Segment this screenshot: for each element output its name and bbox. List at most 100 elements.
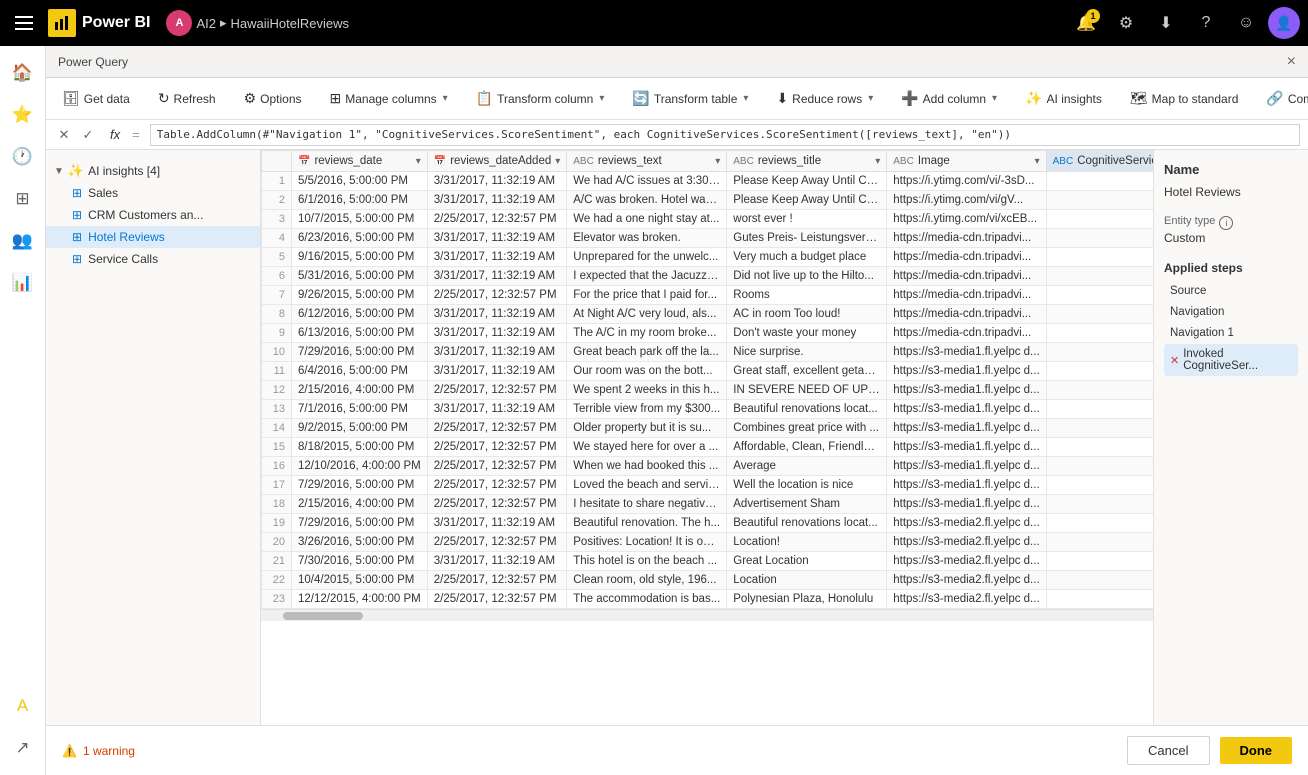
ai-insights-button[interactable]: ✨ AI insights — [1017, 86, 1110, 111]
sidebar-shared-icon[interactable]: 👥 — [4, 222, 42, 260]
refresh-button[interactable]: ↻ Refresh — [150, 86, 224, 111]
formula-cancel-btn[interactable]: ✕ — [54, 125, 74, 145]
table-cell: Great staff, excellent getaw... — [727, 362, 887, 381]
step-delete-icon[interactable]: ✕ — [1170, 354, 1179, 367]
table-row[interactable]: 158/18/2015, 5:00:00 PM2/25/2017, 12:32:… — [262, 438, 1154, 457]
download-icon[interactable]: ⬇ — [1148, 5, 1184, 41]
table-cell: 9/26/2015, 5:00:00 PM — [292, 286, 428, 305]
options-button[interactable]: ⚙ Options — [236, 86, 310, 111]
table-row[interactable]: 2210/4/2015, 5:00:00 PM2/25/2017, 12:32:… — [262, 571, 1154, 590]
query-item-sales[interactable]: ⊞ Sales — [46, 182, 260, 204]
combine-tables-button[interactable]: 🔗 Combine tables ▾ — [1258, 86, 1308, 111]
scrollbar-thumb[interactable] — [283, 612, 363, 620]
table-cell: 3/31/2017, 11:32:19 AM — [427, 514, 567, 533]
table-row[interactable]: 177/29/2016, 5:00:00 PM2/25/2017, 12:32:… — [262, 476, 1154, 495]
data-grid-container[interactable]: 📅 reviews_date ▾ 📅 reviews_dateAdded ▾ — [261, 150, 1153, 725]
table-row[interactable]: 26/1/2016, 5:00:00 PM3/31/2017, 11:32:19… — [262, 191, 1154, 210]
table-row[interactable]: 96/13/2016, 5:00:00 PM3/31/2017, 11:32:1… — [262, 324, 1154, 343]
modal-close-button[interactable]: × — [1287, 53, 1296, 71]
col-filter-text-icon[interactable]: ▾ — [715, 156, 720, 167]
settings-icon[interactable]: ⚙ — [1108, 5, 1144, 41]
table-cell: 12/12/2015, 4:00:00 PM — [292, 590, 428, 609]
get-data-button[interactable]: 🗄 Get data — [54, 86, 138, 111]
step-item[interactable]: Navigation — [1164, 302, 1298, 322]
formula-input[interactable] — [150, 124, 1300, 146]
table-cell: 0.336 — [1046, 495, 1153, 514]
col-header-image[interactable]: ABC Image ▾ — [887, 151, 1046, 172]
notification-icon[interactable]: 🔔 1 — [1068, 5, 1104, 41]
query-item-hotel-reviews[interactable]: ⊞ Hotel Reviews — [46, 226, 260, 248]
table-row[interactable]: 197/29/2016, 5:00:00 PM3/31/2017, 11:32:… — [262, 514, 1154, 533]
col-filter-date-icon[interactable]: ▾ — [416, 156, 421, 167]
table-row[interactable]: 59/16/2015, 5:00:00 PM3/31/2017, 11:32:1… — [262, 248, 1154, 267]
table-row[interactable]: 203/26/2016, 5:00:00 PM2/25/2017, 12:32:… — [262, 533, 1154, 552]
table-cell: 23 — [262, 590, 292, 609]
power-query-modal: Power Query × 🗄 Get data ↻ Refresh ⚙ Opt… — [46, 46, 1308, 775]
sidebar-apps-icon[interactable]: ⊞ — [4, 180, 42, 218]
col-type-cognitive-icon: ABC — [1053, 156, 1074, 167]
formula-confirm-btn[interactable]: ✓ — [78, 125, 98, 145]
table-cell: 2/25/2017, 12:32:57 PM — [427, 419, 567, 438]
add-column-button[interactable]: ➕ Add column ▾ — [893, 86, 1005, 111]
col-header-reviews-text[interactable]: ABC reviews_text ▾ — [567, 151, 727, 172]
table-row[interactable]: 65/31/2016, 5:00:00 PM3/31/2017, 11:32:1… — [262, 267, 1154, 286]
name-label: Name — [1164, 162, 1298, 177]
sidebar-home-icon[interactable]: 🏠 — [4, 54, 42, 92]
step-item[interactable]: Navigation 1 — [1164, 323, 1298, 343]
table-row[interactable]: 217/30/2016, 5:00:00 PM3/31/2017, 11:32:… — [262, 552, 1154, 571]
step-item[interactable]: Source — [1164, 281, 1298, 301]
col-header-reviews-date[interactable]: 📅 reviews_date ▾ — [292, 151, 428, 172]
manage-columns-button[interactable]: ⊞ Manage columns ▾ — [322, 86, 456, 111]
sidebar-favorites-icon[interactable]: ⭐ — [4, 96, 42, 134]
table-row[interactable]: 182/15/2016, 4:00:00 PM2/25/2017, 12:32:… — [262, 495, 1154, 514]
table-row[interactable]: 107/29/2016, 5:00:00 PM3/31/2017, 11:32:… — [262, 343, 1154, 362]
step-item[interactable]: ✕Invoked CognitiveSer... — [1164, 344, 1298, 376]
col-filter-title-icon[interactable]: ▾ — [875, 156, 880, 167]
table-row[interactable]: 149/2/2015, 5:00:00 PM2/25/2017, 12:32:5… — [262, 419, 1154, 438]
table-row[interactable]: 46/23/2016, 5:00:00 PM3/31/2017, 11:32:1… — [262, 229, 1154, 248]
table-row[interactable]: 116/4/2016, 5:00:00 PM3/31/2017, 11:32:1… — [262, 362, 1154, 381]
col-filter-dateadded-icon[interactable]: ▾ — [555, 156, 560, 167]
sidebar-expand-icon[interactable]: ↗ — [4, 729, 42, 767]
col-filter-image-icon[interactable]: ▾ — [1035, 156, 1040, 167]
entity-type-info-icon[interactable]: i — [1219, 216, 1233, 230]
table-row[interactable]: 137/1/2016, 5:00:00 PM3/31/2017, 11:32:1… — [262, 400, 1154, 419]
table-row[interactable]: 79/26/2015, 5:00:00 PM2/25/2017, 12:32:5… — [262, 286, 1154, 305]
table-cell: 2/25/2017, 12:32:57 PM — [427, 590, 567, 609]
query-item-crm[interactable]: ⊞ CRM Customers an... — [46, 204, 260, 226]
hamburger-menu-icon[interactable] — [8, 7, 40, 39]
help-icon[interactable]: ? — [1188, 5, 1224, 41]
table-row[interactable]: 86/12/2016, 5:00:00 PM3/31/2017, 11:32:1… — [262, 305, 1154, 324]
table-row[interactable]: 310/7/2015, 5:00:00 PM2/25/2017, 12:32:5… — [262, 210, 1154, 229]
table-row[interactable]: 1612/10/2016, 4:00:00 PM2/25/2017, 12:32… — [262, 457, 1154, 476]
table-cell: 2/25/2017, 12:32:57 PM — [427, 533, 567, 552]
sidebar-recent-icon[interactable]: 🕐 — [4, 138, 42, 176]
table-cell: https://s3-media1.fl.yelpc d... — [887, 476, 1046, 495]
table-cell: 0.199 — [1046, 305, 1153, 324]
table-cell: 2/25/2017, 12:32:57 PM — [427, 571, 567, 590]
table-cell: We spent 2 weeks in this h... — [567, 381, 727, 400]
sidebar-user-icon[interactable]: A — [4, 687, 42, 725]
done-button[interactable]: Done — [1220, 737, 1293, 764]
feedback-icon[interactable]: ☺ — [1228, 5, 1264, 41]
col-header-cognitive[interactable]: ABC CognitiveServices.... ▾ — [1046, 151, 1153, 172]
map-to-standard-button[interactable]: 🗺 Map to standard — [1122, 86, 1247, 111]
table-cell: 0.577 — [1046, 533, 1153, 552]
table-row[interactable]: 2312/12/2015, 4:00:00 PM2/25/2017, 12:32… — [262, 590, 1154, 609]
transform-column-arrow: ▾ — [599, 93, 604, 104]
cancel-button[interactable]: Cancel — [1127, 736, 1209, 765]
user-avatar[interactable]: 👤 — [1268, 7, 1300, 39]
col-header-reviews-dateadded[interactable]: 📅 reviews_dateAdded ▾ — [427, 151, 567, 172]
table-row[interactable]: 122/15/2016, 4:00:00 PM2/25/2017, 12:32:… — [262, 381, 1154, 400]
table-cell: 3/31/2017, 11:32:19 AM — [427, 191, 567, 210]
query-item-service-calls[interactable]: ⊞ Service Calls — [46, 248, 260, 270]
horizontal-scrollbar[interactable] — [261, 609, 1153, 621]
queries-group-header[interactable]: ▼ ✨ AI insights [4] — [46, 160, 260, 182]
col-header-reviews-title[interactable]: ABC reviews_title ▾ — [727, 151, 887, 172]
table-row[interactable]: 15/5/2016, 5:00:00 PM3/31/2017, 11:32:19… — [262, 172, 1154, 191]
table-cell: 2/25/2017, 12:32:57 PM — [427, 457, 567, 476]
transform-table-button[interactable]: 🔄 Transform table ▾ — [624, 86, 756, 111]
transform-column-button[interactable]: 📋 Transform column ▾ — [468, 86, 613, 111]
reduce-rows-button[interactable]: ⬇ Reduce rows ▾ — [768, 86, 881, 111]
sidebar-learn-icon[interactable]: 📊 — [4, 264, 42, 302]
